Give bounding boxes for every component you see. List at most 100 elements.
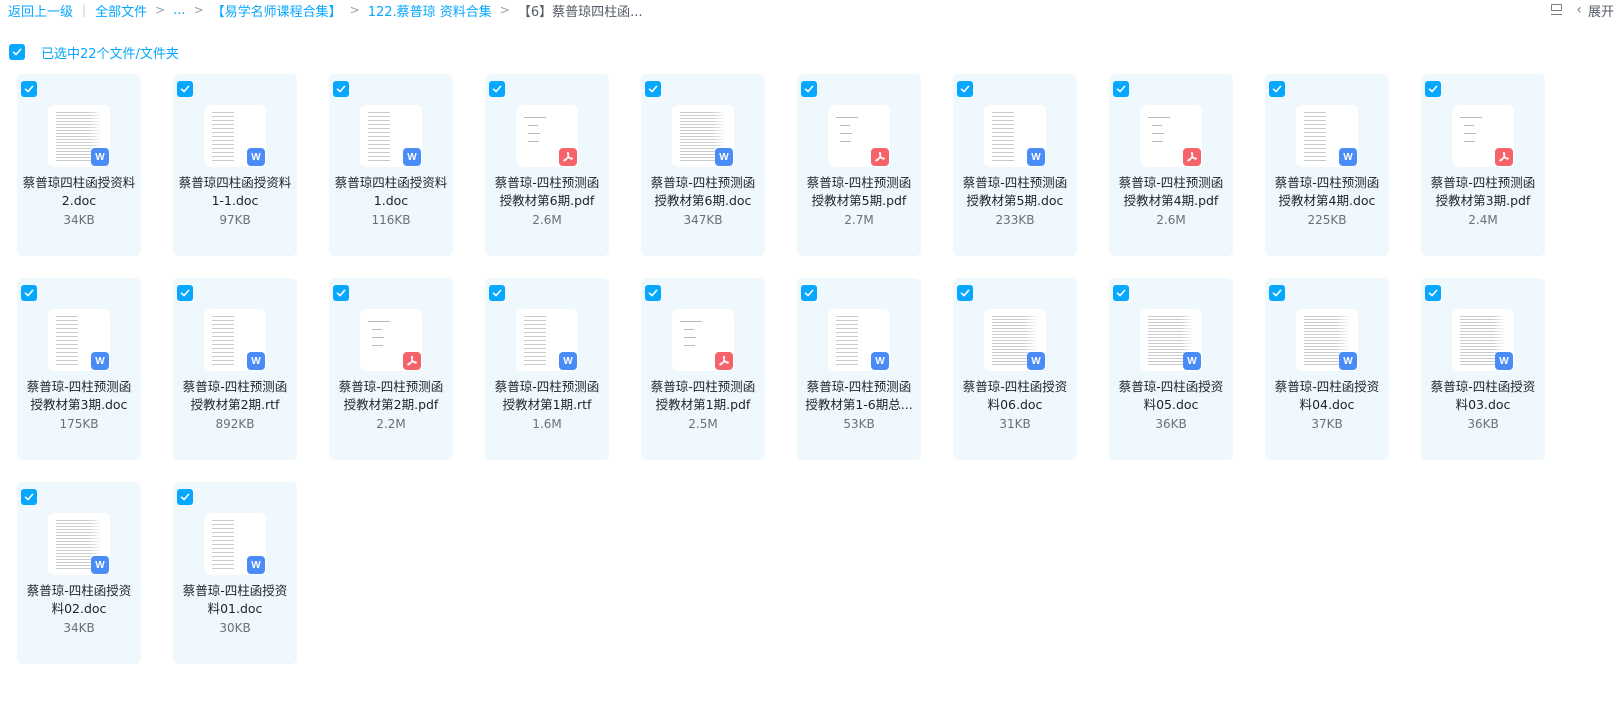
file-checkbox[interactable]	[801, 285, 817, 301]
file-size: 53KB	[843, 417, 875, 431]
word-icon: W	[871, 352, 889, 370]
thumbnail-preview-lines	[212, 112, 234, 162]
file-checkbox[interactable]	[1269, 285, 1285, 301]
file-size: 37KB	[1311, 417, 1343, 431]
file-size: 892KB	[215, 417, 255, 431]
file-checkbox[interactable]	[177, 81, 193, 97]
file-card[interactable]: W 蔡普琼-四柱预测函授教材第6期.doc 347KB	[641, 74, 765, 256]
file-size: 116KB	[371, 213, 411, 227]
file-checkbox[interactable]	[1113, 81, 1129, 97]
chevron-left-icon: ‹	[1576, 2, 1582, 18]
toolbar-right: ‹ 展开	[1550, 1, 1614, 20]
file-checkbox[interactable]	[21, 285, 37, 301]
word-icon: W	[247, 352, 265, 370]
check-icon	[1116, 85, 1126, 93]
file-size: 225KB	[1307, 213, 1347, 227]
file-name: 蔡普琼-四柱函授资料04.doc	[1274, 379, 1380, 412]
file-card[interactable]: W 蔡普琼-四柱函授资料05.doc 36KB	[1109, 278, 1233, 460]
file-card[interactable]: W 蔡普琼-四柱预测函授教材第3期.doc 175KB	[17, 278, 141, 460]
file-size: 347KB	[683, 213, 723, 227]
file-card[interactable]: W 蔡普琼-四柱函授资料01.doc 30KB	[173, 482, 297, 664]
file-card[interactable]: 蔡普琼-四柱预测函授教材第1期.pdf 2.5M	[641, 278, 765, 460]
check-icon	[336, 289, 346, 297]
file-checkbox[interactable]	[177, 285, 193, 301]
check-icon	[180, 289, 190, 297]
pdf-icon	[871, 148, 889, 166]
file-checkbox[interactable]	[645, 285, 661, 301]
thumbnail-preview-lines	[524, 316, 546, 366]
file-checkbox[interactable]	[489, 81, 505, 97]
file-checkbox[interactable]	[333, 81, 349, 97]
file-checkbox[interactable]	[645, 81, 661, 97]
file-card[interactable]: W 蔡普琼-四柱预测函授教材第4期.doc 225KB	[1265, 74, 1389, 256]
file-card[interactable]: 蔡普琼-四柱预测函授教材第3期.pdf 2.4M	[1421, 74, 1545, 256]
file-card[interactable]: 蔡普琼-四柱预测函授教材第5期.pdf 2.7M	[797, 74, 921, 256]
word-icon: W	[1027, 148, 1045, 166]
file-name: 蔡普琼-四柱预测函授教材第4期.doc	[1274, 175, 1380, 208]
word-icon: W	[247, 556, 265, 574]
file-size: 97KB	[219, 213, 251, 227]
check-icon	[648, 289, 658, 297]
back-link[interactable]: 返回上一级	[8, 1, 73, 20]
file-name: 蔡普琼-四柱预测函授教材第6期.pdf	[494, 175, 600, 208]
file-name: 蔡普琼-四柱预测函授教材第3期.doc	[26, 379, 132, 412]
breadcrumb-all-files[interactable]: 全部文件	[95, 1, 147, 20]
check-icon	[24, 85, 34, 93]
check-icon	[492, 85, 502, 93]
file-card[interactable]: W 蔡普琼-四柱预测函授教材第1期.rtf 1.6M	[485, 278, 609, 460]
file-checkbox[interactable]	[21, 489, 37, 505]
file-checkbox[interactable]	[957, 285, 973, 301]
file-checkbox[interactable]	[1269, 81, 1285, 97]
file-size: 2.5M	[688, 417, 718, 431]
breadcrumb-current-folder: 【6】蔡普琼四柱函...	[517, 4, 643, 20]
file-checkbox[interactable]	[1425, 285, 1441, 301]
thumbnail-preview-lines	[1304, 112, 1326, 162]
file-card[interactable]: W 蔡普琼-四柱预测函授教材第2期.rtf 892KB	[173, 278, 297, 460]
file-checkbox[interactable]	[801, 81, 817, 97]
file-card[interactable]: W 蔡普琼四柱函授资料 1.doc 116KB	[329, 74, 453, 256]
view-mode-icon[interactable]	[1550, 3, 1564, 17]
thumbnail-preview-lines	[368, 112, 390, 162]
file-checkbox[interactable]	[333, 285, 349, 301]
file-name: 蔡普琼-四柱预测函授教材第5期.pdf	[806, 175, 912, 208]
check-icon	[1272, 85, 1282, 93]
check-icon	[1116, 289, 1126, 297]
check-icon	[12, 48, 22, 56]
thumbnail-preview-lines	[836, 316, 858, 366]
file-name: 蔡普琼四柱函授资料2.doc	[22, 175, 136, 208]
file-checkbox[interactable]	[1113, 285, 1129, 301]
file-card[interactable]: 蔡普琼-四柱预测函授教材第2期.pdf 2.2M	[329, 278, 453, 460]
word-icon: W	[1495, 352, 1513, 370]
file-card[interactable]: W 蔡普琼-四柱预测函授教材第1-6期总... 53KB	[797, 278, 921, 460]
file-name: 蔡普琼-四柱预测函授教材第1期.rtf	[494, 379, 600, 412]
pdf-icon	[715, 352, 733, 370]
select-all-checkbox[interactable]	[9, 44, 25, 60]
file-card[interactable]: 蔡普琼-四柱预测函授教材第6期.pdf 2.6M	[485, 74, 609, 256]
top-bar: 返回上一级 | 全部文件 > ... > 【易学名师课程合集】 > 122.蔡普…	[0, 0, 1624, 20]
file-card[interactable]: W 蔡普琼-四柱函授资料02.doc 34KB	[17, 482, 141, 664]
file-checkbox[interactable]	[957, 81, 973, 97]
pdf-icon	[403, 352, 421, 370]
breadcrumb: 返回上一级 | 全部文件 > ... > 【易学名师课程合集】 > 122.蔡普…	[8, 1, 643, 20]
file-name: 蔡普琼-四柱函授资料03.doc	[1430, 379, 1536, 412]
file-checkbox[interactable]	[21, 81, 37, 97]
file-card[interactable]: W 蔡普琼-四柱预测函授教材第5期.doc 233KB	[953, 74, 1077, 256]
file-card[interactable]: W 蔡普琼-四柱函授资料03.doc 36KB	[1421, 278, 1545, 460]
file-size: 36KB	[1155, 417, 1187, 431]
word-icon: W	[91, 352, 109, 370]
file-card[interactable]: W 蔡普琼-四柱函授资料04.doc 37KB	[1265, 278, 1389, 460]
expand-button[interactable]: ‹ 展开	[1576, 1, 1614, 20]
file-card[interactable]: 蔡普琼-四柱预测函授教材第4期.pdf 2.6M	[1109, 74, 1233, 256]
check-icon	[336, 85, 346, 93]
breadcrumb-ellipsis[interactable]: ...	[173, 3, 185, 18]
file-checkbox[interactable]	[1425, 81, 1441, 97]
breadcrumb-folder-materials[interactable]: 122.蔡普琼 资料合集	[368, 1, 492, 20]
file-card[interactable]: W 蔡普琼四柱函授资料2.doc 34KB	[17, 74, 141, 256]
breadcrumb-folder-course-collection[interactable]: 【易学名师课程合集】	[212, 1, 342, 20]
file-card[interactable]: W 蔡普琼-四柱函授资料06.doc 31KB	[953, 278, 1077, 460]
file-checkbox[interactable]	[489, 285, 505, 301]
file-size: 233KB	[995, 213, 1035, 227]
file-card[interactable]: W 蔡普琼四柱函授资料1-1.doc 97KB	[173, 74, 297, 256]
file-grid: W 蔡普琼四柱函授资料2.doc 34KB W 蔡普琼四柱函授资料1-1.doc 97KB…	[17, 74, 1545, 664]
file-checkbox[interactable]	[177, 489, 193, 505]
